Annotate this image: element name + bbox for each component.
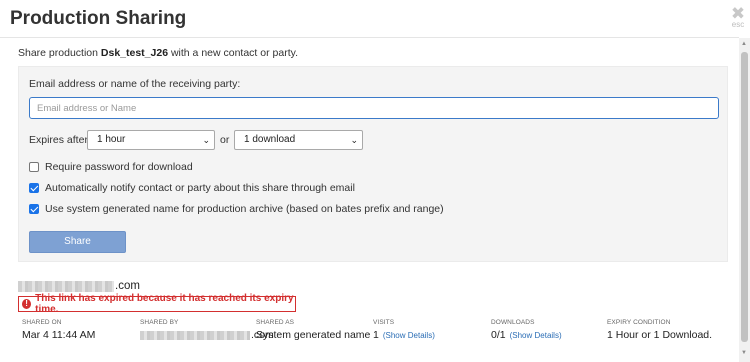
esc-label: esc <box>731 20 745 29</box>
downloads-show-details-link[interactable]: (Show Details) <box>510 331 562 340</box>
shared-by-column: SHARED BY .com <box>140 319 274 341</box>
expiry-column: EXPIRY CONDITION 1 Hour or 1 Download. <box>607 319 712 341</box>
expires-downloads-select[interactable]: 1 download ⌄ <box>234 130 363 150</box>
downloads-header: DOWNLOADS <box>491 319 535 326</box>
share-button[interactable]: Share <box>29 231 126 253</box>
require-password-label: Require password for download <box>45 161 193 173</box>
expires-downloads-value: 1 download <box>244 134 296 145</box>
share-recipient: .com <box>18 280 140 292</box>
notify-label: Automatically notify contact or party ab… <box>45 182 355 194</box>
system-name-row[interactable]: Use system generated name for production… <box>29 203 444 215</box>
recipient-domain: .com <box>115 280 140 292</box>
scroll-up-icon[interactable]: ▲ <box>741 41 747 47</box>
email-input[interactable] <box>29 97 719 119</box>
dialog-title: Production Sharing <box>10 8 187 29</box>
scroll-down-icon[interactable]: ▼ <box>741 350 747 356</box>
visits-column: VISITS 1 (Show Details) <box>373 319 435 341</box>
error-icon: ! <box>22 299 32 309</box>
intro-text: Share production Dsk_test_J26 with a new… <box>18 47 298 59</box>
visits-value-row: 1 (Show Details) <box>373 329 435 341</box>
notify-row[interactable]: Automatically notify contact or party ab… <box>29 182 355 194</box>
production-name: Dsk_test_J26 <box>100 47 169 59</box>
close-icon[interactable]: ✖ <box>728 5 748 22</box>
shared-on-value: Mar 4 11:44 AM <box>22 329 96 341</box>
shared-as-column: SHARED AS System generated name <box>256 319 370 341</box>
shared-as-value: System generated name <box>256 329 371 341</box>
notify-checkbox[interactable] <box>29 183 39 193</box>
expired-message: This link has expired because it has rea… <box>35 293 294 315</box>
expired-alert: ! This link has expired because it has r… <box>18 293 296 315</box>
intro-prefix: Share production <box>18 47 98 59</box>
email-label: Email address or name of the receiving p… <box>29 78 241 90</box>
expires-time-value: 1 hour <box>97 134 126 145</box>
header-divider <box>0 37 739 38</box>
shared-on-header: SHARED ON <box>22 319 62 326</box>
downloads-value-row: 0/1 (Show Details) <box>491 329 562 341</box>
expires-label: Expires after <box>29 134 88 146</box>
expiry-header: EXPIRY CONDITION <box>607 319 671 326</box>
visits-show-details-link[interactable]: (Show Details) <box>383 331 435 340</box>
visits-header: VISITS <box>373 319 395 326</box>
redacted-email <box>18 280 114 292</box>
require-password-row[interactable]: Require password for download <box>29 161 193 173</box>
scrollbar-thumb[interactable] <box>741 52 748 342</box>
downloads-value: 0/1 <box>491 329 506 341</box>
redacted-email <box>140 330 250 340</box>
shared-on-column: SHARED ON Mar 4 11:44 AM <box>22 319 95 341</box>
shared-by-header: SHARED BY <box>140 319 179 326</box>
expiry-value: 1 Hour or 1 Download. <box>607 329 713 341</box>
shared-as-header: SHARED AS <box>256 319 295 326</box>
visits-value: 1 <box>373 329 379 341</box>
system-name-label: Use system generated name for production… <box>45 203 444 215</box>
require-password-checkbox[interactable] <box>29 162 39 172</box>
system-name-checkbox[interactable] <box>29 204 39 214</box>
intro-suffix: with a new contact or party. <box>170 47 298 59</box>
downloads-column: DOWNLOADS 0/1 (Show Details) <box>491 319 562 341</box>
close-button[interactable]: ✖ esc <box>728 5 748 29</box>
chevron-down-icon: ⌄ <box>202 135 210 145</box>
chevron-down-icon: ⌄ <box>350 135 358 145</box>
or-label: or <box>220 134 230 146</box>
expires-time-select[interactable]: 1 hour ⌄ <box>87 130 215 150</box>
shared-by-value: .com <box>140 329 274 341</box>
